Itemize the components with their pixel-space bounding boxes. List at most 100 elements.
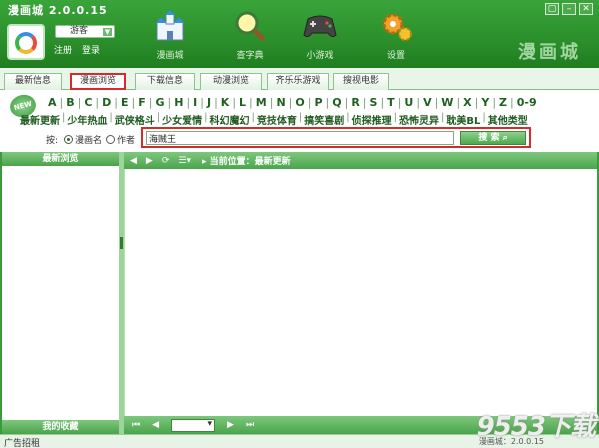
search-input[interactable] bbox=[146, 131, 454, 145]
search-button[interactable]: 搜 索 ⌕ bbox=[460, 131, 526, 145]
search-highlight: 搜 索 ⌕ bbox=[141, 127, 531, 148]
letter-link[interactable]: P bbox=[312, 96, 324, 109]
category-link[interactable]: 其他类型 bbox=[486, 112, 530, 127]
category-link[interactable]: 竞技体育 bbox=[255, 112, 299, 127]
gear-icon bbox=[376, 10, 416, 42]
browser-toolbar: ◀ ▶ ⟳ ☰▾ ▸ 当前位置：最新更新 bbox=[124, 152, 597, 169]
brand-banner: 漫画城 bbox=[518, 42, 581, 63]
location-arrow-icon: ▸ bbox=[201, 157, 210, 167]
recent-browse-header[interactable]: 最新浏览 bbox=[2, 152, 119, 166]
next-page-icon[interactable]: ▶ bbox=[227, 420, 234, 430]
letter-link[interactable]: J bbox=[205, 96, 213, 109]
letter-link[interactable]: X bbox=[461, 96, 473, 109]
left-panel: 最新浏览 我的收藏 bbox=[2, 152, 119, 434]
category-link[interactable]: 搞笑喜剧 bbox=[302, 112, 346, 127]
ad-text: 广告招租 bbox=[4, 439, 41, 448]
login-link[interactable]: 登录 bbox=[82, 43, 100, 56]
castle-icon bbox=[150, 10, 190, 42]
category-link[interactable]: 少年热血 bbox=[65, 112, 109, 127]
letter-link[interactable]: K bbox=[219, 96, 232, 109]
search-row: 按: 漫画名 作者 搜 索 ⌕ bbox=[0, 127, 599, 148]
nav-minigames[interactable]: 小游戏 bbox=[290, 10, 350, 61]
register-link[interactable]: 注册 bbox=[54, 43, 72, 56]
tab-download-info[interactable]: 下载信息 bbox=[135, 73, 195, 90]
letter-link[interactable]: N bbox=[274, 96, 287, 109]
radio-dot bbox=[64, 135, 73, 144]
category-link[interactable]: 武侠格斗 bbox=[113, 112, 157, 127]
restore-button[interactable]: ▢ bbox=[545, 3, 559, 15]
letter-link[interactable]: L bbox=[237, 96, 248, 109]
category-link[interactable]: 恐怖灵异 bbox=[397, 112, 441, 127]
window-controls: ▢ – ✕ bbox=[545, 3, 593, 15]
letter-link[interactable]: S bbox=[368, 96, 380, 109]
letter-link[interactable]: E bbox=[119, 96, 131, 109]
page-select[interactable] bbox=[171, 418, 216, 432]
tab-anime-browse[interactable]: 动漫浏览 bbox=[200, 73, 262, 90]
letter-link[interactable]: Y bbox=[479, 96, 491, 109]
tab-bar: 最新信息 漫画浏览 下载信息 动漫浏览 齐乐乐游戏 搜视电影 bbox=[0, 68, 599, 90]
chevron-down-icon: ▼ bbox=[103, 28, 112, 36]
search-by-label: 按: bbox=[46, 136, 59, 146]
nav-settings[interactable]: 设置 bbox=[366, 10, 426, 61]
app-logo bbox=[7, 24, 45, 60]
nav-dictionary[interactable]: 查字典 bbox=[220, 10, 280, 61]
nav-manhuacheng[interactable]: 漫画城 bbox=[140, 10, 200, 61]
category-link[interactable]: 科幻魔幻 bbox=[208, 112, 252, 127]
letter-link[interactable]: I bbox=[191, 96, 199, 109]
back-arrow-icon[interactable]: ◀ bbox=[130, 156, 137, 166]
letter-link[interactable]: O bbox=[293, 96, 306, 109]
letter-link[interactable]: D bbox=[100, 96, 113, 109]
list-menu-icon[interactable]: ☰▾ bbox=[178, 156, 191, 166]
right-panel: ◀ ▶ ⟳ ☰▾ ▸ 当前位置：最新更新 ⏮ ◀ ▶ ⏭ bbox=[124, 152, 597, 434]
user-dropdown-value: 游客 bbox=[70, 26, 89, 36]
nav-label: 漫画城 bbox=[156, 51, 184, 61]
letter-link[interactable]: A bbox=[46, 96, 59, 109]
letter-link[interactable]: C bbox=[82, 96, 94, 109]
letter-link[interactable]: M bbox=[254, 96, 269, 109]
main-area: 最新浏览 我的收藏 ◀ ▶ ⟳ ☰▾ ▸ 当前位置：最新更新 ⏮ ◀ ▶ ⏭ bbox=[0, 152, 599, 434]
current-location: ▸ 当前位置：最新更新 bbox=[202, 154, 291, 167]
tab-comic-browse[interactable]: 漫画浏览 bbox=[70, 73, 126, 90]
letter-link[interactable]: Z bbox=[497, 96, 509, 109]
category-link[interactable]: 侦探推理 bbox=[350, 112, 394, 127]
category-list: 最新更新 | 少年热血 | 武侠格斗 | 少女爱情 | 科幻魔幻 | 竞技体育 | 搞笑喜剧 | 侦探推理 |… bbox=[18, 112, 530, 127]
letter-link[interactable]: R bbox=[349, 96, 361, 109]
last-page-icon[interactable]: ⏭ bbox=[246, 420, 254, 430]
radio-dot bbox=[106, 135, 115, 144]
letter-link[interactable]: Q bbox=[330, 96, 343, 109]
letter-link[interactable]: U bbox=[402, 96, 415, 109]
gamepad-icon bbox=[300, 10, 340, 42]
letter-link[interactable]: B bbox=[64, 96, 76, 109]
letter-link[interactable]: H bbox=[172, 96, 185, 109]
forward-arrow-icon[interactable]: ▶ bbox=[146, 156, 153, 166]
category-link[interactable]: 耽美BL bbox=[444, 112, 482, 127]
browse-panel: N E W A | B | C | D | E | F | G | H | I | J | K | L | M | N | O | P | Q | R |… bbox=[0, 90, 599, 152]
nav-label: 查字典 bbox=[236, 51, 264, 61]
tab-games[interactable]: 齐乐乐游戏 bbox=[267, 73, 329, 90]
letter-index: A | B | C | D | E | F | G | H | I | J | K | L | M | N | O | P | Q | R | S | T |… bbox=[46, 96, 539, 109]
category-link[interactable]: 最新更新 bbox=[18, 112, 62, 127]
refresh-icon[interactable]: ⟳ bbox=[162, 156, 170, 166]
letter-link[interactable]: W bbox=[439, 96, 455, 109]
minimize-button[interactable]: – bbox=[562, 3, 576, 15]
letter-link[interactable]: T bbox=[385, 96, 397, 109]
prev-page-icon[interactable]: ◀ bbox=[152, 420, 159, 430]
splitter-grip[interactable] bbox=[120, 237, 123, 249]
letter-link[interactable]: V bbox=[421, 96, 434, 109]
category-link[interactable]: 少女爱情 bbox=[160, 112, 204, 127]
nav-label: 设置 bbox=[386, 51, 405, 61]
radio-title[interactable]: 漫画名 bbox=[64, 133, 102, 146]
radio-author[interactable]: 作者 bbox=[106, 133, 135, 146]
content-area bbox=[124, 169, 597, 416]
letter-link[interactable]: F bbox=[136, 96, 148, 109]
close-button[interactable]: ✕ bbox=[579, 3, 593, 15]
tab-movies[interactable]: 搜视电影 bbox=[333, 73, 389, 90]
title-bar: 漫画城 2.0.0.15 ▢ – ✕ 游客 ▼ 注册 登录 漫画城 查字典 小游… bbox=[0, 0, 599, 68]
favorites-header[interactable]: 我的收藏 bbox=[2, 420, 119, 434]
tab-latest-info[interactable]: 最新信息 bbox=[4, 73, 62, 90]
user-dropdown[interactable]: 游客 ▼ bbox=[55, 25, 115, 38]
first-page-icon[interactable]: ⏮ bbox=[132, 420, 140, 430]
letter-link[interactable]: 0-9 bbox=[515, 96, 539, 109]
site-watermark: 9553下载 bbox=[476, 412, 596, 442]
letter-link[interactable]: G bbox=[153, 96, 166, 109]
